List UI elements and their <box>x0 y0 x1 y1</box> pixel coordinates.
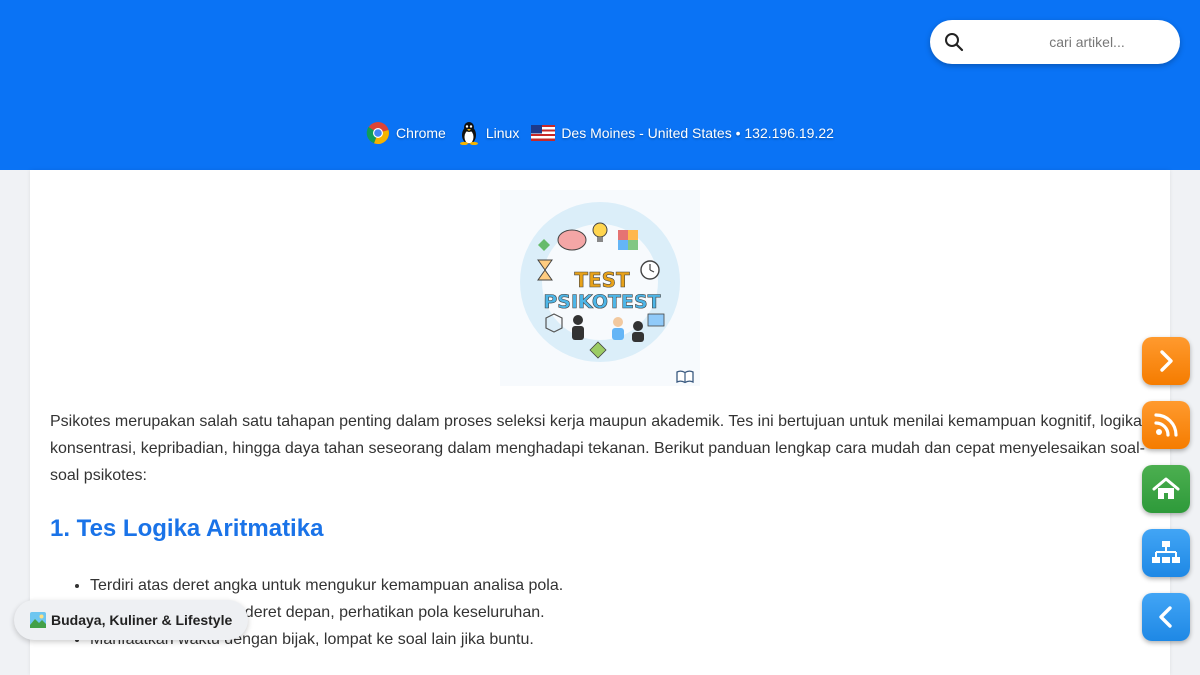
home-icon <box>1152 477 1180 499</box>
rss-icon <box>1154 413 1178 437</box>
category-label: Budaya, Kuliner & Lifestyle <box>51 612 233 628</box>
home-button[interactable] <box>1142 465 1190 513</box>
us-flag-icon <box>531 125 556 141</box>
search-icon[interactable] <box>944 32 964 52</box>
list-item: Terdiri atas deret angka untuk mengukur … <box>90 572 1090 599</box>
browser-label: Chrome <box>396 125 446 141</box>
linux-icon <box>459 122 478 145</box>
search-input[interactable] <box>974 20 1170 64</box>
article-intro: Psikotes merupakan salah satu tahapan pe… <box>50 413 1147 484</box>
location-label: Des Moines - United States • 132.196.19.… <box>561 125 834 141</box>
os-label: Linux <box>485 125 520 141</box>
hero-text-line1: TEST <box>574 268 630 292</box>
sitemap-icon <box>1152 541 1180 563</box>
site-header: Chrome Linux D <box>0 0 1200 170</box>
previous-article-button[interactable] <box>1142 593 1190 641</box>
os-info: Linux <box>458 121 519 145</box>
category-badge[interactable]: Budaya, Kuliner & Lifestyle <box>14 600 249 640</box>
open-book-icon[interactable] <box>675 369 695 385</box>
section-heading-1: 1. Tes Logika Aritmatika <box>50 515 324 542</box>
chrome-icon <box>366 122 390 145</box>
sitemap-button[interactable] <box>1142 529 1190 577</box>
environment-bar: Chrome Linux Des Moines - United States … <box>0 120 1200 146</box>
chevron-left-icon <box>1159 606 1172 628</box>
landscape-icon <box>30 612 46 628</box>
psikotest-hero-image: TEST PSIKOTEST <box>500 190 700 386</box>
location-info: Des Moines - United States • 132.196.19.… <box>531 125 834 141</box>
next-article-button[interactable] <box>1142 337 1190 385</box>
search-box[interactable] <box>930 20 1180 64</box>
browser-info: Chrome <box>366 121 446 145</box>
chevron-right-icon <box>1160 350 1173 372</box>
rss-feed-button[interactable] <box>1142 401 1190 449</box>
hero-text-line2: PSIKOTEST <box>543 291 660 313</box>
